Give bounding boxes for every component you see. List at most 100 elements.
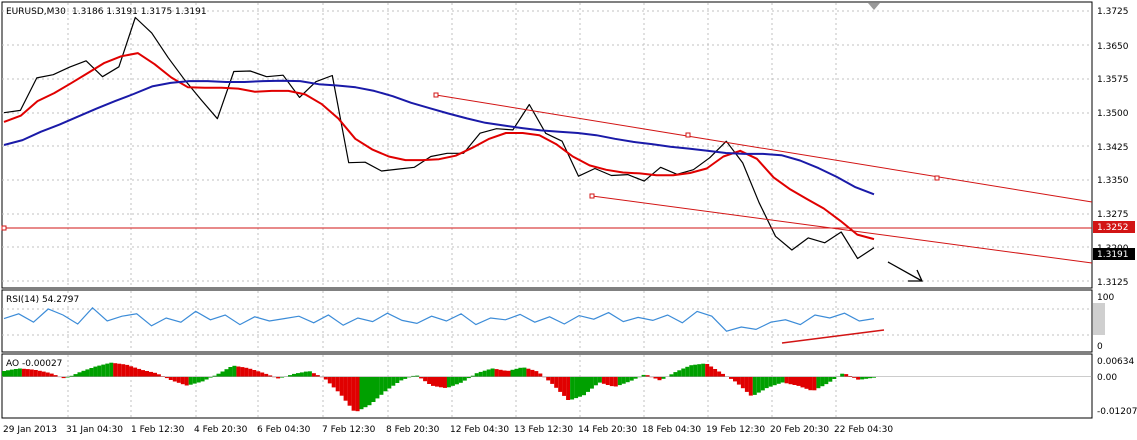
ao-bar xyxy=(586,376,590,392)
ao-bar xyxy=(53,375,58,377)
ao-bar xyxy=(689,365,694,377)
ao-bar xyxy=(45,372,50,377)
anchor-point xyxy=(589,193,595,199)
ao-bar xyxy=(248,368,253,377)
time-label: 19 Feb 12:30 xyxy=(706,425,765,435)
time-label: 29 Jan 2013 xyxy=(3,425,57,435)
ao-bar xyxy=(717,371,722,377)
ao-bar xyxy=(597,376,602,383)
ao-bar xyxy=(399,376,404,381)
ao-bar xyxy=(752,376,757,395)
ao-bar xyxy=(574,376,579,399)
ao-bar xyxy=(744,376,749,392)
ao-bar xyxy=(6,370,10,377)
ao-bar xyxy=(518,367,523,377)
ao-bar xyxy=(315,375,320,377)
ao-level: 0.00 xyxy=(1097,373,1117,383)
ao-bar xyxy=(431,376,435,386)
ao-bar xyxy=(383,376,388,392)
ao-bar xyxy=(530,369,535,377)
time-label: 22 Feb 04:30 xyxy=(834,425,893,435)
ao-bar xyxy=(792,376,797,385)
ao-bar xyxy=(85,369,90,377)
ao-bar xyxy=(613,376,618,387)
ao-bar xyxy=(117,363,122,377)
ao-bar xyxy=(125,364,130,377)
ao-bar xyxy=(137,368,142,377)
ao-bar xyxy=(490,368,495,377)
ao-bar xyxy=(617,376,622,386)
ao-bar xyxy=(288,375,292,377)
ao-bar xyxy=(145,371,149,377)
ao-bar xyxy=(303,371,308,377)
ao-bar xyxy=(629,376,634,381)
ao-bar xyxy=(371,376,376,402)
ao-bar xyxy=(729,376,733,379)
ao-bar xyxy=(498,369,503,377)
ao-bar xyxy=(97,365,102,377)
ao-bar xyxy=(657,376,662,381)
ao-bar xyxy=(439,376,443,388)
trading-chart[interactable]: EURUSD,M30 1.3186 1.3191 1.3175 1.3191 R… xyxy=(0,0,1137,440)
ao-bar xyxy=(89,368,94,377)
ao-bar xyxy=(363,376,368,408)
time-label: 14 Feb 20:30 xyxy=(578,425,637,435)
ao-bar xyxy=(29,369,34,377)
ao-bar xyxy=(796,376,801,386)
ao-bar xyxy=(510,369,515,377)
ao-bar xyxy=(335,376,340,392)
ao-bar xyxy=(109,362,114,377)
ao-bar xyxy=(113,363,118,377)
ao-bar xyxy=(669,374,674,377)
ao-bar xyxy=(37,370,42,377)
ao-bar xyxy=(832,376,837,379)
ao-bar xyxy=(740,376,745,389)
ao-bar xyxy=(681,368,686,377)
ao-bar xyxy=(804,376,809,389)
ao-bar xyxy=(840,373,845,377)
ao-bar xyxy=(427,376,432,384)
ao-bar xyxy=(589,376,594,389)
ao-label: AO -0.00027 xyxy=(6,359,62,369)
ao-bar xyxy=(812,376,817,391)
ao-bar xyxy=(172,376,177,382)
ao-bar xyxy=(252,370,257,377)
ao-bar xyxy=(800,376,805,388)
ao-bar xyxy=(224,369,229,377)
ao-bar xyxy=(323,376,328,380)
ao-bar xyxy=(856,376,861,380)
ao-bar xyxy=(780,376,785,383)
ao-bar xyxy=(824,376,829,385)
ao-bar xyxy=(351,376,356,411)
anchor-point xyxy=(685,132,691,138)
ao-bar xyxy=(760,376,765,391)
ao-bar xyxy=(474,373,479,377)
anchor-point xyxy=(1,225,7,231)
ao-bar xyxy=(458,376,463,383)
ao-bar xyxy=(625,376,630,383)
ao-bar xyxy=(33,370,38,377)
time-label: 4 Feb 20:30 xyxy=(194,425,248,435)
rsi-level-marker xyxy=(1093,303,1105,335)
ao-bar xyxy=(81,370,86,377)
ao-bar xyxy=(153,372,157,377)
ao-level: 0.00634 xyxy=(1097,357,1134,367)
chart-background xyxy=(0,0,1137,440)
ao-bar xyxy=(605,376,610,385)
rsi-level: 0 xyxy=(1097,342,1103,352)
ao-bar xyxy=(844,374,849,377)
ao-bar xyxy=(578,376,582,397)
ao-bar xyxy=(367,376,372,406)
ao-bar xyxy=(816,376,821,389)
ao-bar xyxy=(502,370,507,377)
ao-bar xyxy=(776,376,781,384)
ao-bar xyxy=(522,367,527,377)
ao-bar xyxy=(387,376,392,389)
ao-bar xyxy=(9,369,14,377)
ao-bar xyxy=(736,376,741,385)
ao-bar xyxy=(188,376,193,385)
ao-level: -0.01207 xyxy=(1097,407,1137,417)
ao-bar xyxy=(355,376,360,412)
ao-bar xyxy=(359,376,364,410)
ao-bar xyxy=(25,369,30,377)
